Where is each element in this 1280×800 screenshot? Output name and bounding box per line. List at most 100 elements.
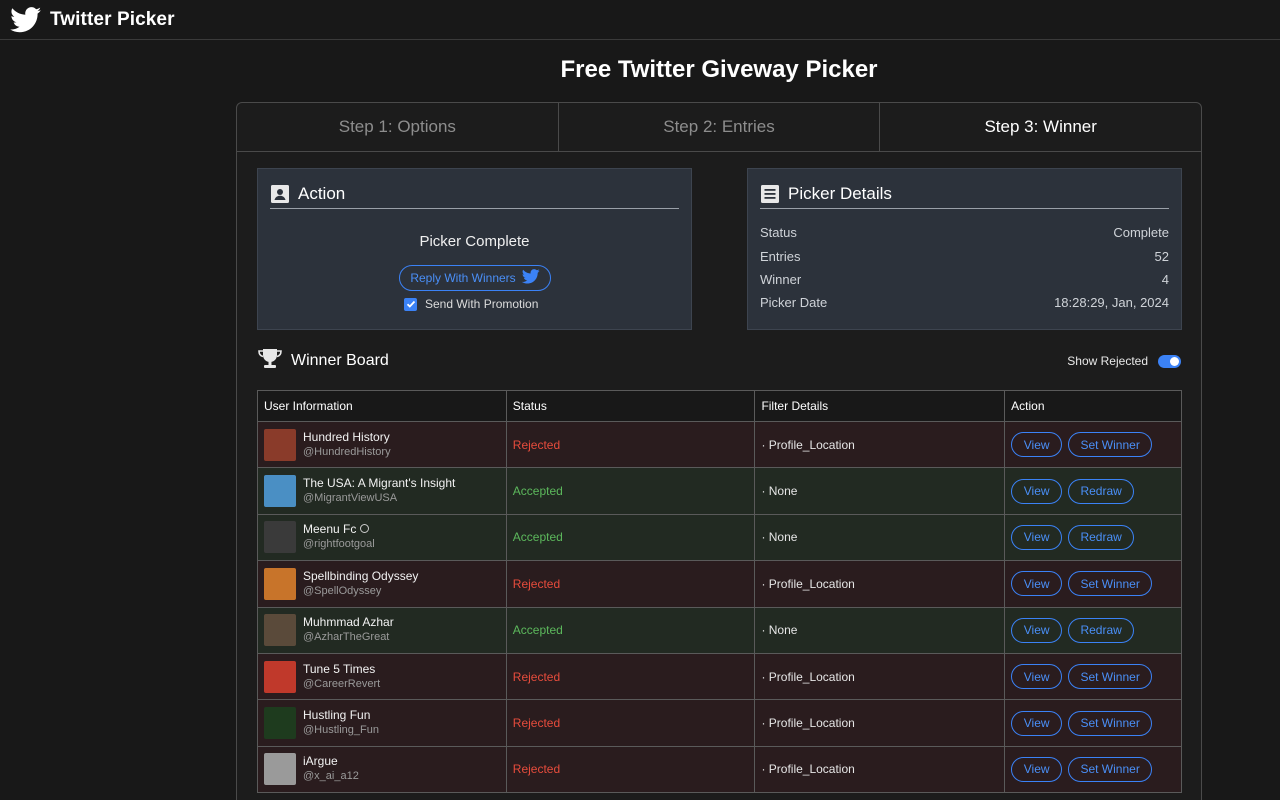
status-badge: Rejected <box>512 576 561 591</box>
view-button[interactable]: View <box>1011 664 1063 690</box>
tab-step-3-winner[interactable]: Step 3: Winner <box>880 103 1201 151</box>
user-handle: @SpellOdyssey <box>303 584 382 597</box>
step-tabs: Step 1: Options Step 2: Entries Step 3: … <box>237 103 1201 152</box>
status-cell: Rejected <box>505 745 756 794</box>
column-header: Status <box>505 390 756 422</box>
column-header: Filter Details <box>754 390 1006 422</box>
view-button[interactable]: View <box>1011 617 1063 643</box>
table-row: Muhmmad Azhar @AzharTheGreat Accepted · Non… <box>257 606 1182 654</box>
action-cell: View Set Winner <box>1004 652 1182 701</box>
reply-with-winners-button[interactable]: Reply With Winners <box>399 265 551 291</box>
set-winner-button[interactable]: Set Winner <box>1068 432 1153 458</box>
user-name[interactable]: Spellbinding Odyssey <box>303 569 418 583</box>
status-cell: Accepted <box>505 513 756 562</box>
main-card: Step 1: Options Step 2: Entries Step 3: … <box>236 102 1202 800</box>
tab-step-2-entries[interactable]: Step 2: Entries <box>559 103 881 151</box>
avatar[interactable] <box>264 753 296 786</box>
avatar[interactable] <box>264 707 296 740</box>
user-name[interactable]: Hustling Fun <box>303 708 370 722</box>
contact-card-icon <box>270 184 290 204</box>
status-badge: Accepted <box>512 484 563 499</box>
send-with-promotion-label[interactable]: Send With Promotion <box>425 297 538 311</box>
detail-label: Winner <box>760 271 802 287</box>
table-row: Spellbinding Odyssey @SpellOdyssey Rejecte… <box>257 560 1182 608</box>
avatar[interactable] <box>264 660 296 693</box>
user-name[interactable]: The USA: A Migrant's Insight <box>303 476 455 490</box>
set-winner-button[interactable]: Set Winner <box>1068 571 1153 597</box>
redraw-button[interactable]: Redraw <box>1068 478 1135 504</box>
filter-cell: · None <box>754 467 1006 515</box>
view-button[interactable]: View <box>1011 478 1063 504</box>
status-cell: Rejected <box>505 420 756 469</box>
status-badge: Rejected <box>512 716 561 731</box>
show-rejected-toggle[interactable] <box>1158 354 1181 368</box>
twitter-bird-icon <box>521 269 540 287</box>
action-cell: View Set Winner <box>1004 560 1182 608</box>
user-name[interactable]: Tune 5 Times <box>303 662 375 676</box>
view-button[interactable]: View <box>1011 756 1063 782</box>
show-rejected-control: Show Rejected <box>1067 354 1181 368</box>
action-cell: View Set Winner <box>1004 420 1182 469</box>
user-name[interactable]: iArgue <box>303 754 338 768</box>
view-button[interactable]: View <box>1011 571 1063 597</box>
view-button[interactable]: View <box>1011 524 1063 550</box>
avatar[interactable] <box>264 521 296 554</box>
table-row: iArgue @x_ai_a12 Rejected · Profile_Locatio… <box>257 745 1182 794</box>
avatar[interactable] <box>264 475 296 508</box>
action-panel-header: Action <box>270 179 679 209</box>
detail-row-status: Status Complete <box>760 221 1169 244</box>
view-button[interactable]: View <box>1011 432 1063 458</box>
show-rejected-label: Show Rejected <box>1067 354 1148 368</box>
avatar[interactable] <box>264 567 296 600</box>
picker-details-title: Picker Details <box>788 183 892 203</box>
winner-board-title: Winner Board <box>291 352 389 369</box>
filter-cell: · Profile_Location <box>754 560 1006 608</box>
picker-details-panel: Picker Details Status Complete Entries 5… <box>747 168 1182 330</box>
user-name[interactable]: Meenu Fc <box>303 522 356 536</box>
status-cell: Accepted <box>505 467 756 515</box>
app-name[interactable]: Twitter Picker <box>50 9 175 31</box>
user-handle: @HundredHistory <box>303 445 391 458</box>
user-info-cell: Meenu Fc @rightfootgoal <box>257 513 507 562</box>
table-row: Hundred History @HundredHistory Rejected · … <box>257 420 1182 469</box>
column-header: User Information <box>257 390 507 422</box>
user-name[interactable]: Hundred History <box>303 430 390 444</box>
tab-step-1-options[interactable]: Step 1: Options <box>237 103 559 151</box>
reply-button-label: Reply With Winners <box>410 271 516 285</box>
filter-cell: · Profile_Location <box>754 652 1006 701</box>
detail-value: 52 <box>1154 248 1169 264</box>
page-title: Free Twitter Giveway Picker <box>560 56 878 83</box>
winner-table: User Information Status Filter Details A… <box>257 390 1182 794</box>
filter-details: · None <box>761 530 798 545</box>
status-badge: Rejected <box>512 762 561 777</box>
send-with-promotion-checkbox[interactable] <box>404 297 417 311</box>
trophy-icon <box>257 348 283 375</box>
top-bar: Twitter Picker <box>0 0 1280 40</box>
view-button[interactable]: View <box>1011 710 1063 736</box>
user-handle: @x_ai_a12 <box>303 770 359 783</box>
table-row: Hustling Fun @Hustling_Fun Rejected · Profi… <box>257 699 1182 747</box>
set-winner-button[interactable]: Set Winner <box>1068 664 1153 690</box>
document-list-icon <box>760 184 780 204</box>
user-name[interactable]: Muhmmad Azhar <box>303 615 394 629</box>
detail-row-picker-date: Picker Date 18:28:29, Jan, 2024 <box>760 291 1169 314</box>
user-handle: @Hustling_Fun <box>303 724 379 737</box>
status-badge: Accepted <box>512 623 563 638</box>
redraw-button[interactable]: Redraw <box>1068 524 1135 550</box>
avatar[interactable] <box>264 428 296 461</box>
user-info-cell: Hustling Fun @Hustling_Fun <box>257 699 507 747</box>
filter-details: · Profile_Location <box>761 716 855 731</box>
winner-board-header: Winner Board Show Rejected <box>257 346 1181 376</box>
detail-row-winner: Winner 4 <box>760 268 1169 291</box>
status-badge: Accepted <box>512 530 563 545</box>
user-info-cell: Muhmmad Azhar @AzharTheGreat <box>257 606 507 654</box>
set-winner-button[interactable]: Set Winner <box>1068 710 1153 736</box>
set-winner-button[interactable]: Set Winner <box>1068 756 1153 782</box>
column-header: Action <box>1004 390 1182 422</box>
user-handle: @rightfootgoal <box>303 538 375 551</box>
picker-status-text: Picker Complete <box>419 233 530 250</box>
avatar[interactable] <box>264 614 296 647</box>
twitter-bird-icon[interactable] <box>10 6 42 34</box>
detail-label: Status <box>760 225 797 241</box>
redraw-button[interactable]: Redraw <box>1068 617 1135 643</box>
